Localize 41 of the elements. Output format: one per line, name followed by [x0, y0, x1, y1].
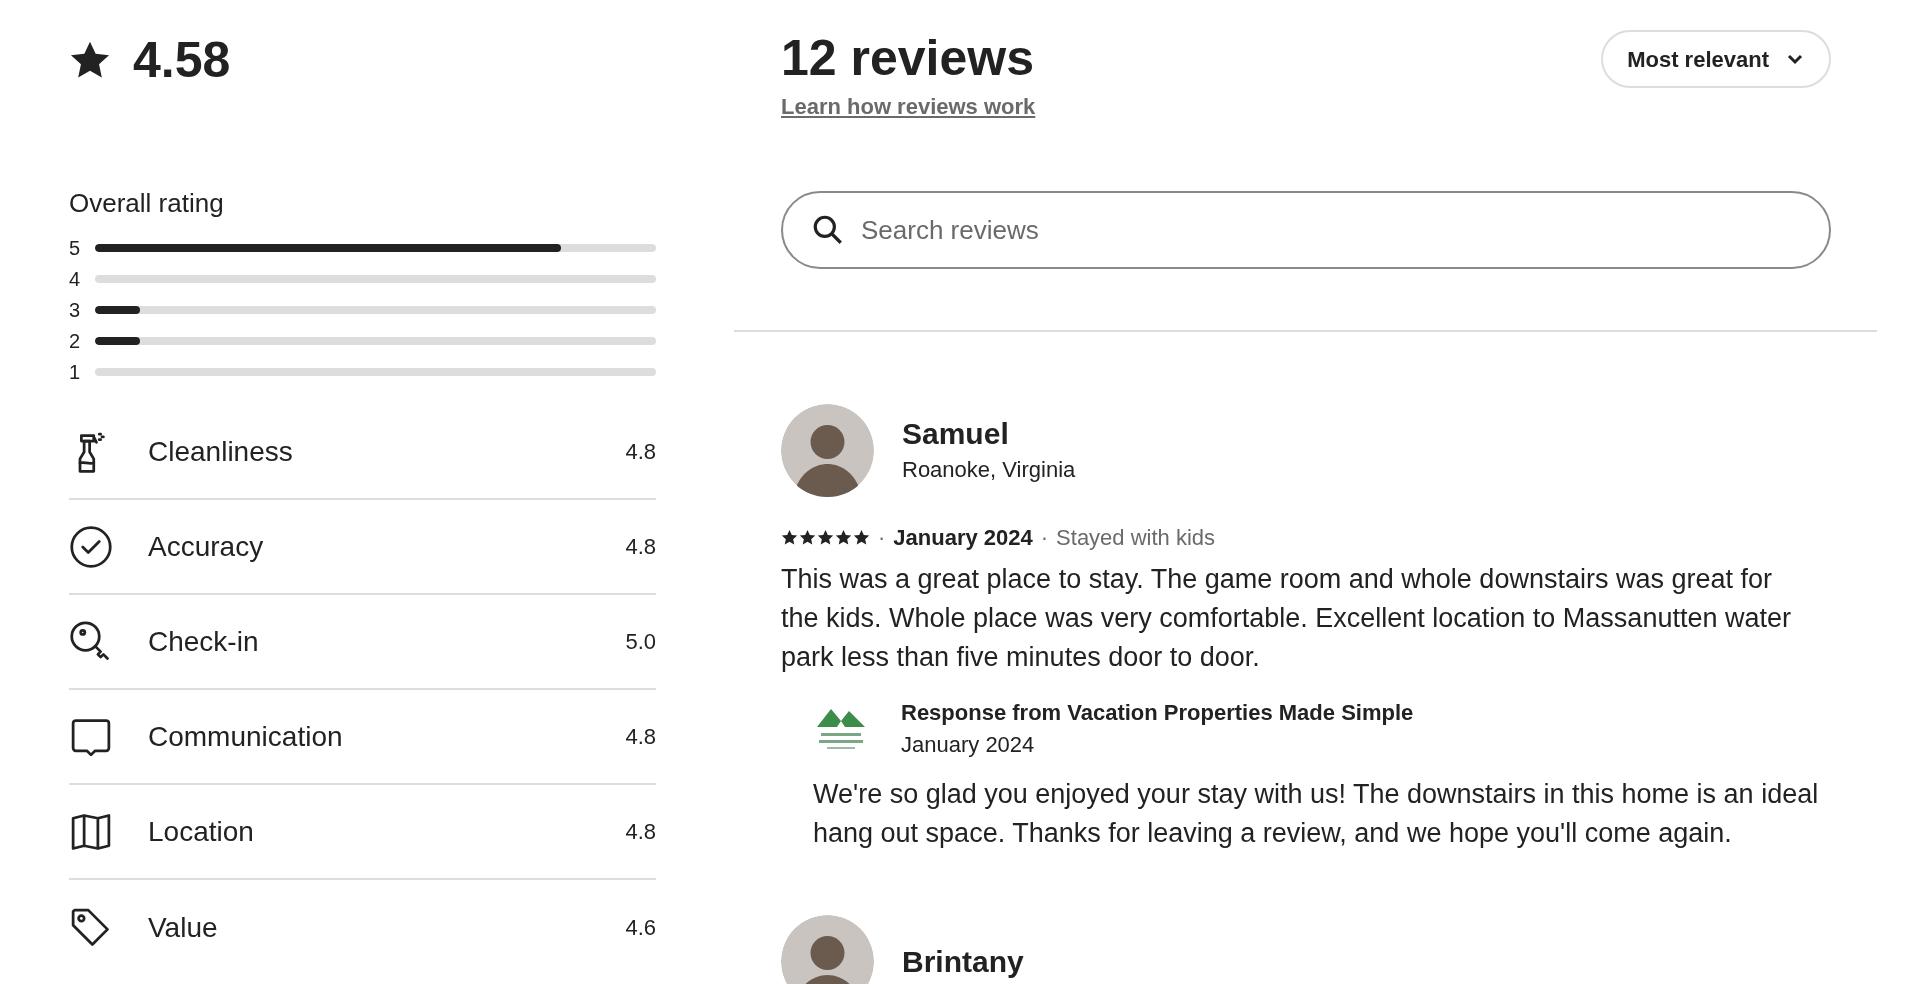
- reviews-count-title: 12 reviews: [781, 29, 1035, 88]
- category-score: 4.8: [625, 818, 656, 846]
- search-field[interactable]: Search reviews: [781, 191, 1831, 269]
- category-label: Accuracy: [148, 529, 265, 564]
- sort-dropdown[interactable]: Most relevant: [1601, 30, 1831, 88]
- category-label: Check-in: [148, 624, 260, 659]
- star-icon: [817, 529, 834, 546]
- separator-dot: ·: [1040, 524, 1049, 552]
- reviewer-location: Roanoke, Virginia: [902, 456, 1076, 484]
- category-label: Cleanliness: [148, 434, 294, 469]
- category-score: 4.8: [625, 438, 656, 466]
- reviewer-name: Brintany: [902, 943, 1024, 980]
- response-text: We're so glad you enjoyed your stay with us! The downstairs in this home is an ideal hang out space. Thanks for leaving a review, and we hope you'll come again.: [813, 778, 1820, 850]
- rating-label: 3: [69, 297, 81, 323]
- reviewer-name: Samuel: [902, 416, 1010, 452]
- rating-label: 1: [69, 359, 81, 385]
- category-score: 4.8: [625, 533, 656, 561]
- star-icon: [799, 529, 816, 546]
- category-label: Location: [148, 814, 255, 849]
- category-label: Value: [148, 910, 219, 945]
- star-icon: [835, 529, 852, 546]
- trip-type: Stayed with kids: [1056, 524, 1216, 552]
- rating-label: 5: [69, 235, 81, 261]
- category-score: 5.0: [625, 628, 656, 656]
- rating-label: 4: [69, 266, 81, 292]
- overall-score: 4.58: [133, 35, 231, 85]
- search-input[interactable]: Search reviews: [861, 210, 1801, 250]
- overall-rating-title: Overall rating: [69, 187, 225, 220]
- search-icon: [811, 213, 845, 247]
- review-text: This was a great place to stay. The game room and whole downstairs was great for the kids. Whole place was very comfortable. Excellent location to Massanutten water park less than five minutes door to door.: [781, 563, 1792, 674]
- star-icon: [853, 529, 870, 546]
- response-title: Response from Vacation Properties Made Simple: [901, 699, 1414, 727]
- learn-reviews-link[interactable]: Learn how reviews work: [781, 90, 1036, 123]
- separator-dot: ·: [878, 524, 886, 552]
- star-icon: [781, 529, 798, 546]
- review-date: January 2024: [893, 524, 1033, 552]
- category-score: 4.6: [625, 914, 656, 942]
- category-score: 4.8: [625, 723, 656, 751]
- response-date: January 2024: [901, 731, 1036, 759]
- rating-label: 2: [69, 328, 81, 354]
- category-label: Communication: [148, 719, 344, 754]
